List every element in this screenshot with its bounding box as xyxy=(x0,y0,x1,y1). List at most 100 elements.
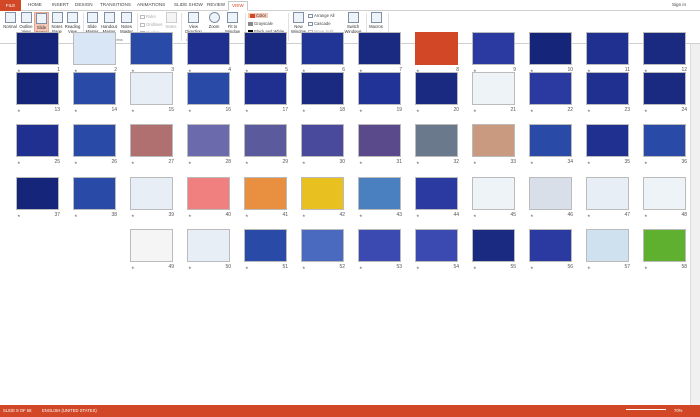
slide-thumbnail[interactable] xyxy=(16,32,59,65)
slide-thumbnail[interactable] xyxy=(187,32,230,65)
slide-thumbnail[interactable] xyxy=(244,32,287,65)
transition-star-icon[interactable]: ★ xyxy=(17,108,21,113)
slide-thumbnail[interactable] xyxy=(472,32,515,65)
slide-thumbnail[interactable] xyxy=(415,72,458,105)
slide-thumbnail[interactable] xyxy=(301,72,344,105)
transition-star-icon[interactable]: ★ xyxy=(530,108,534,113)
slide-thumbnail[interactable] xyxy=(472,229,515,262)
transition-star-icon[interactable]: ★ xyxy=(245,213,249,218)
notes-master-button[interactable]: Notes Master xyxy=(119,12,134,34)
transition-star-icon[interactable]: ★ xyxy=(74,108,78,113)
color-button[interactable]: Color xyxy=(248,13,269,18)
slide-thumbnail[interactable] xyxy=(187,177,230,210)
slide-thumbnail[interactable] xyxy=(472,177,515,210)
transition-star-icon[interactable]: ★ xyxy=(473,160,477,165)
transition-star-icon[interactable]: ★ xyxy=(587,108,591,113)
transition-star-icon[interactable]: ★ xyxy=(587,213,591,218)
transition-star-icon[interactable]: ★ xyxy=(74,213,78,218)
slide-thumbnail[interactable] xyxy=(16,124,59,157)
transition-star-icon[interactable]: ★ xyxy=(131,108,135,113)
slide-thumbnail[interactable] xyxy=(529,124,572,157)
notes-page-button[interactable]: Notes Page xyxy=(50,12,64,34)
slide-thumbnail[interactable] xyxy=(358,229,401,262)
tab-insert[interactable]: INSERT xyxy=(52,2,69,7)
transition-star-icon[interactable]: ★ xyxy=(644,108,648,113)
slide-thumbnail[interactable] xyxy=(358,124,401,157)
slide-thumbnail[interactable] xyxy=(529,32,572,65)
sign-in-link[interactable]: Sign in xyxy=(672,2,686,7)
slide-thumbnail[interactable] xyxy=(301,229,344,262)
transition-star-icon[interactable]: ★ xyxy=(245,160,249,165)
zoom-level[interactable]: 70% xyxy=(674,408,682,413)
tab-design[interactable]: DESIGN xyxy=(75,2,93,7)
macros-button[interactable]: Macros xyxy=(368,12,384,29)
normal-view-button[interactable]: Normal xyxy=(2,12,18,29)
slide-thumbnail[interactable] xyxy=(643,32,686,65)
slide-thumbnail[interactable] xyxy=(529,229,572,262)
language-indicator[interactable]: ENGLISH (UNITED STATES) xyxy=(42,408,97,413)
slide-thumbnail[interactable] xyxy=(358,177,401,210)
slide-thumbnail[interactable] xyxy=(73,32,116,65)
outline-view-button[interactable]: Outline View xyxy=(18,12,34,34)
slide-thumbnail[interactable] xyxy=(16,177,59,210)
gridlines-checkbox[interactable]: Gridlines xyxy=(140,22,163,27)
slide-thumbnail[interactable] xyxy=(643,229,686,262)
tab-transitions[interactable]: TRANSITIONS xyxy=(100,2,131,7)
zoom-button[interactable]: Zoom xyxy=(207,12,221,29)
tab-animations[interactable]: ANIMATIONS xyxy=(137,2,165,7)
slide-thumbnail[interactable] xyxy=(415,124,458,157)
slide-thumbnail[interactable] xyxy=(643,177,686,210)
transition-star-icon[interactable]: ★ xyxy=(416,108,420,113)
transition-star-icon[interactable]: ★ xyxy=(359,108,363,113)
transition-star-icon[interactable]: ★ xyxy=(359,213,363,218)
tab-slide-show[interactable]: SLIDE SHOW xyxy=(174,2,203,7)
transition-star-icon[interactable]: ★ xyxy=(587,265,591,270)
transition-star-icon[interactable]: ★ xyxy=(473,108,477,113)
slide-thumbnail[interactable] xyxy=(73,72,116,105)
tab-file[interactable]: FILE xyxy=(0,0,21,11)
new-window-button[interactable]: New Window xyxy=(290,12,307,34)
slide-thumbnail[interactable] xyxy=(586,32,629,65)
transition-star-icon[interactable]: ★ xyxy=(416,213,420,218)
transition-star-icon[interactable]: ★ xyxy=(17,213,21,218)
slide-thumbnail[interactable] xyxy=(187,229,230,262)
arrange-all-button[interactable]: Arrange All xyxy=(308,13,334,18)
transition-star-icon[interactable]: ★ xyxy=(587,160,591,165)
ruler-checkbox[interactable]: Ruler xyxy=(140,14,156,19)
slide-thumbnail[interactable] xyxy=(586,177,629,210)
zoom-slider[interactable] xyxy=(626,409,666,410)
slide-thumbnail[interactable] xyxy=(301,177,344,210)
transition-star-icon[interactable]: ★ xyxy=(473,213,477,218)
transition-star-icon[interactable]: ★ xyxy=(359,160,363,165)
slide-thumbnail[interactable] xyxy=(529,177,572,210)
slide-thumbnail[interactable] xyxy=(16,72,59,105)
transition-star-icon[interactable]: ★ xyxy=(188,265,192,270)
cascade-button[interactable]: Cascade xyxy=(308,21,331,26)
tab-home[interactable]: HOME xyxy=(28,2,42,7)
transition-star-icon[interactable]: ★ xyxy=(416,160,420,165)
slide-thumbnail[interactable] xyxy=(586,72,629,105)
tab-review[interactable]: REVIEW xyxy=(207,2,225,7)
slide-thumbnail[interactable] xyxy=(643,72,686,105)
handout-master-button[interactable]: Handout Master xyxy=(100,12,118,34)
transition-star-icon[interactable]: ★ xyxy=(644,265,648,270)
slide-thumbnail[interactable] xyxy=(472,72,515,105)
slide-thumbnail[interactable] xyxy=(301,32,344,65)
transition-star-icon[interactable]: ★ xyxy=(245,108,249,113)
transition-star-icon[interactable]: ★ xyxy=(530,265,534,270)
transition-star-icon[interactable]: ★ xyxy=(17,160,21,165)
transition-star-icon[interactable]: ★ xyxy=(644,160,648,165)
slide-thumbnail[interactable] xyxy=(415,229,458,262)
vertical-scrollbar[interactable] xyxy=(690,44,700,405)
slide-thumbnail[interactable] xyxy=(244,229,287,262)
transition-star-icon[interactable]: ★ xyxy=(359,265,363,270)
notes-button[interactable]: Notes xyxy=(164,12,178,29)
slide-thumbnail[interactable] xyxy=(187,124,230,157)
transition-star-icon[interactable]: ★ xyxy=(530,160,534,165)
slide-thumbnail[interactable] xyxy=(415,32,458,65)
slide-thumbnail[interactable] xyxy=(130,72,173,105)
slide-master-button[interactable]: Slide Master xyxy=(85,12,99,34)
transition-star-icon[interactable]: ★ xyxy=(644,213,648,218)
transition-star-icon[interactable]: ★ xyxy=(131,213,135,218)
grayscale-button[interactable]: Grayscale xyxy=(248,21,273,26)
